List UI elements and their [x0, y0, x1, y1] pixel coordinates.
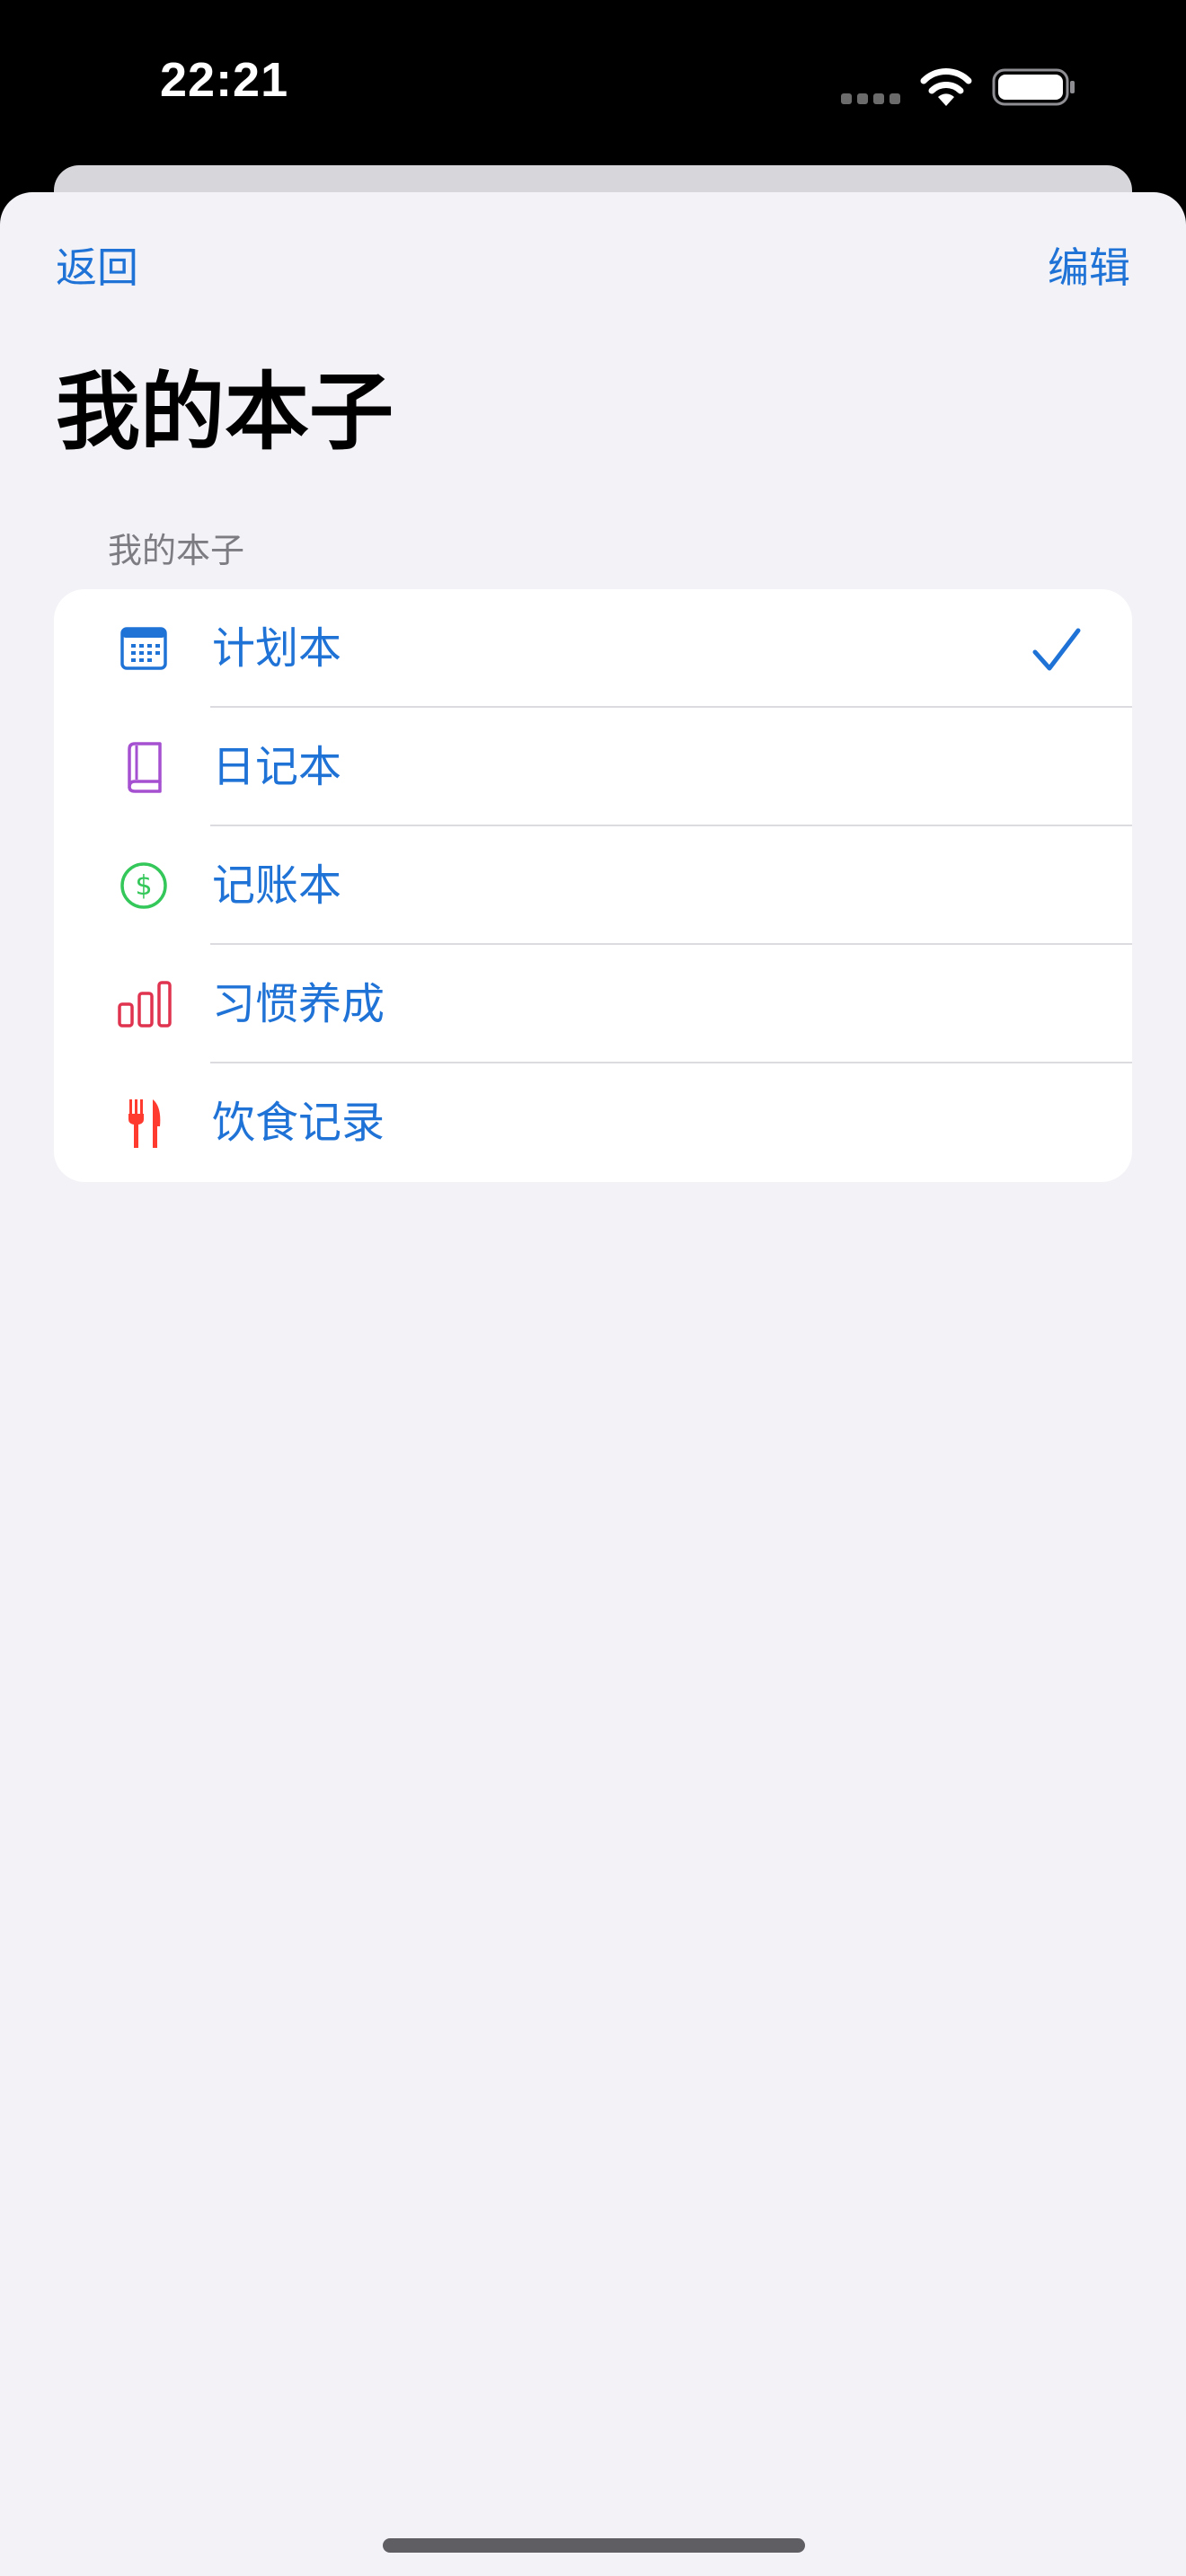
svg-text:$: $	[135, 870, 152, 902]
back-button[interactable]: 返回	[56, 241, 138, 295]
page-title: 我的本子	[56, 364, 394, 462]
book-icon	[128, 742, 162, 793]
notebook-list: 计划本 日记本 $ 记账本 习惯养成 饮食记录	[54, 589, 1132, 1182]
checkmark-icon	[1032, 628, 1081, 671]
wifi-icon	[920, 68, 972, 106]
home-indicator[interactable]	[383, 2538, 805, 2553]
bar-chart-icon	[118, 981, 172, 1028]
notebook-item-ledger[interactable]: $ 记账本	[54, 826, 1132, 945]
calendar-icon	[120, 627, 167, 670]
status-bar: 22:21	[0, 0, 1186, 180]
section-header: 我的本子	[108, 531, 245, 570]
fork-knife-icon	[128, 1099, 161, 1148]
notebook-label: 饮食记录	[212, 1098, 385, 1148]
notebook-label: 日记本	[212, 742, 342, 792]
notebook-label: 记账本	[212, 860, 342, 911]
status-time: 22:21	[160, 53, 289, 107]
notebook-label: 习惯养成	[212, 979, 385, 1029]
cellular-signal-icon	[841, 93, 900, 106]
notebook-item-diary[interactable]: 日记本	[54, 708, 1132, 826]
notebook-item-plan[interactable]: 计划本	[54, 589, 1132, 708]
dollar-circle-icon: $	[120, 862, 167, 909]
notebook-item-habit[interactable]: 习惯养成	[54, 945, 1132, 1063]
edit-button[interactable]: 编辑	[1048, 241, 1130, 295]
battery-icon	[992, 68, 1075, 106]
notebook-item-diet[interactable]: 饮食记录	[54, 1063, 1132, 1182]
notebook-label: 计划本	[212, 623, 342, 674]
